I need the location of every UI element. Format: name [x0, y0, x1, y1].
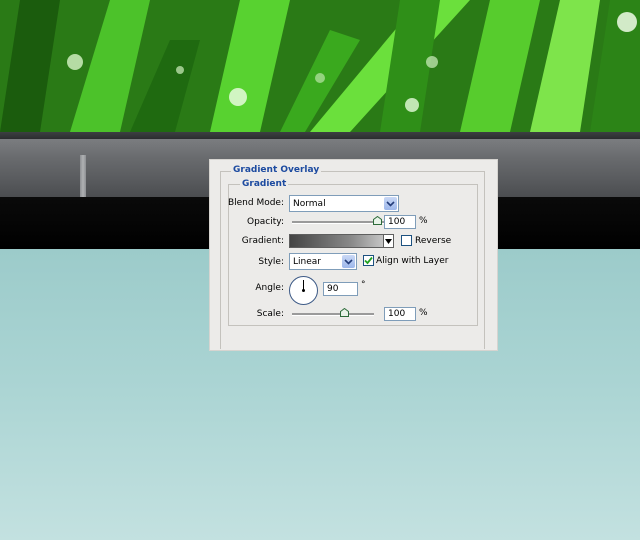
opacity-unit: %	[419, 216, 428, 226]
chevron-down-icon[interactable]	[384, 197, 397, 210]
angle-unit: °	[361, 280, 366, 290]
scale-slider-track[interactable]	[292, 313, 374, 316]
group-title: Gradient	[240, 179, 289, 189]
scale-input[interactable]: 100	[384, 307, 416, 321]
opacity-label: Opacity:	[247, 217, 284, 227]
gradient-preview[interactable]	[289, 234, 394, 248]
angle-dial[interactable]	[289, 276, 318, 305]
slider-thumb-icon[interactable]	[340, 308, 349, 317]
grass-photo	[0, 0, 640, 132]
scale-unit: %	[419, 308, 428, 318]
gradient-label: Gradient:	[241, 236, 284, 246]
style-label: Style:	[258, 257, 284, 267]
dark-strip	[0, 132, 640, 139]
angle-input[interactable]: 90	[323, 282, 358, 296]
blend-mode-label: Blend Mode:	[227, 198, 284, 208]
checkmark-icon	[364, 256, 373, 265]
section-title: Gradient Overlay	[231, 165, 322, 175]
chevron-down-icon[interactable]	[342, 255, 355, 268]
opacity-slider-track[interactable]	[292, 221, 384, 224]
scale-label: Scale:	[256, 309, 284, 319]
grass-blades-image	[0, 0, 640, 132]
blend-mode-value: Normal	[293, 199, 326, 209]
reverse-checkbox[interactable]	[401, 235, 412, 246]
opacity-input[interactable]: 100	[384, 215, 416, 229]
angle-dial-center	[302, 289, 305, 292]
triangle-down-icon	[385, 238, 392, 244]
gradient-overlay-panel: Gradient Overlay Gradient Blend Mode: No…	[209, 159, 498, 351]
reverse-label: Reverse	[415, 236, 452, 246]
slider-thumb-icon[interactable]	[373, 216, 382, 225]
blend-mode-select[interactable]: Normal	[289, 195, 399, 212]
style-select[interactable]: Linear	[289, 253, 357, 270]
align-with-layer-label: Align with Layer	[376, 256, 449, 266]
gradient-dropdown-button[interactable]	[383, 234, 394, 248]
band-separator	[80, 155, 86, 197]
angle-label: Angle:	[255, 283, 284, 293]
align-with-layer-checkbox[interactable]	[363, 255, 374, 266]
style-value: Linear	[293, 257, 321, 267]
